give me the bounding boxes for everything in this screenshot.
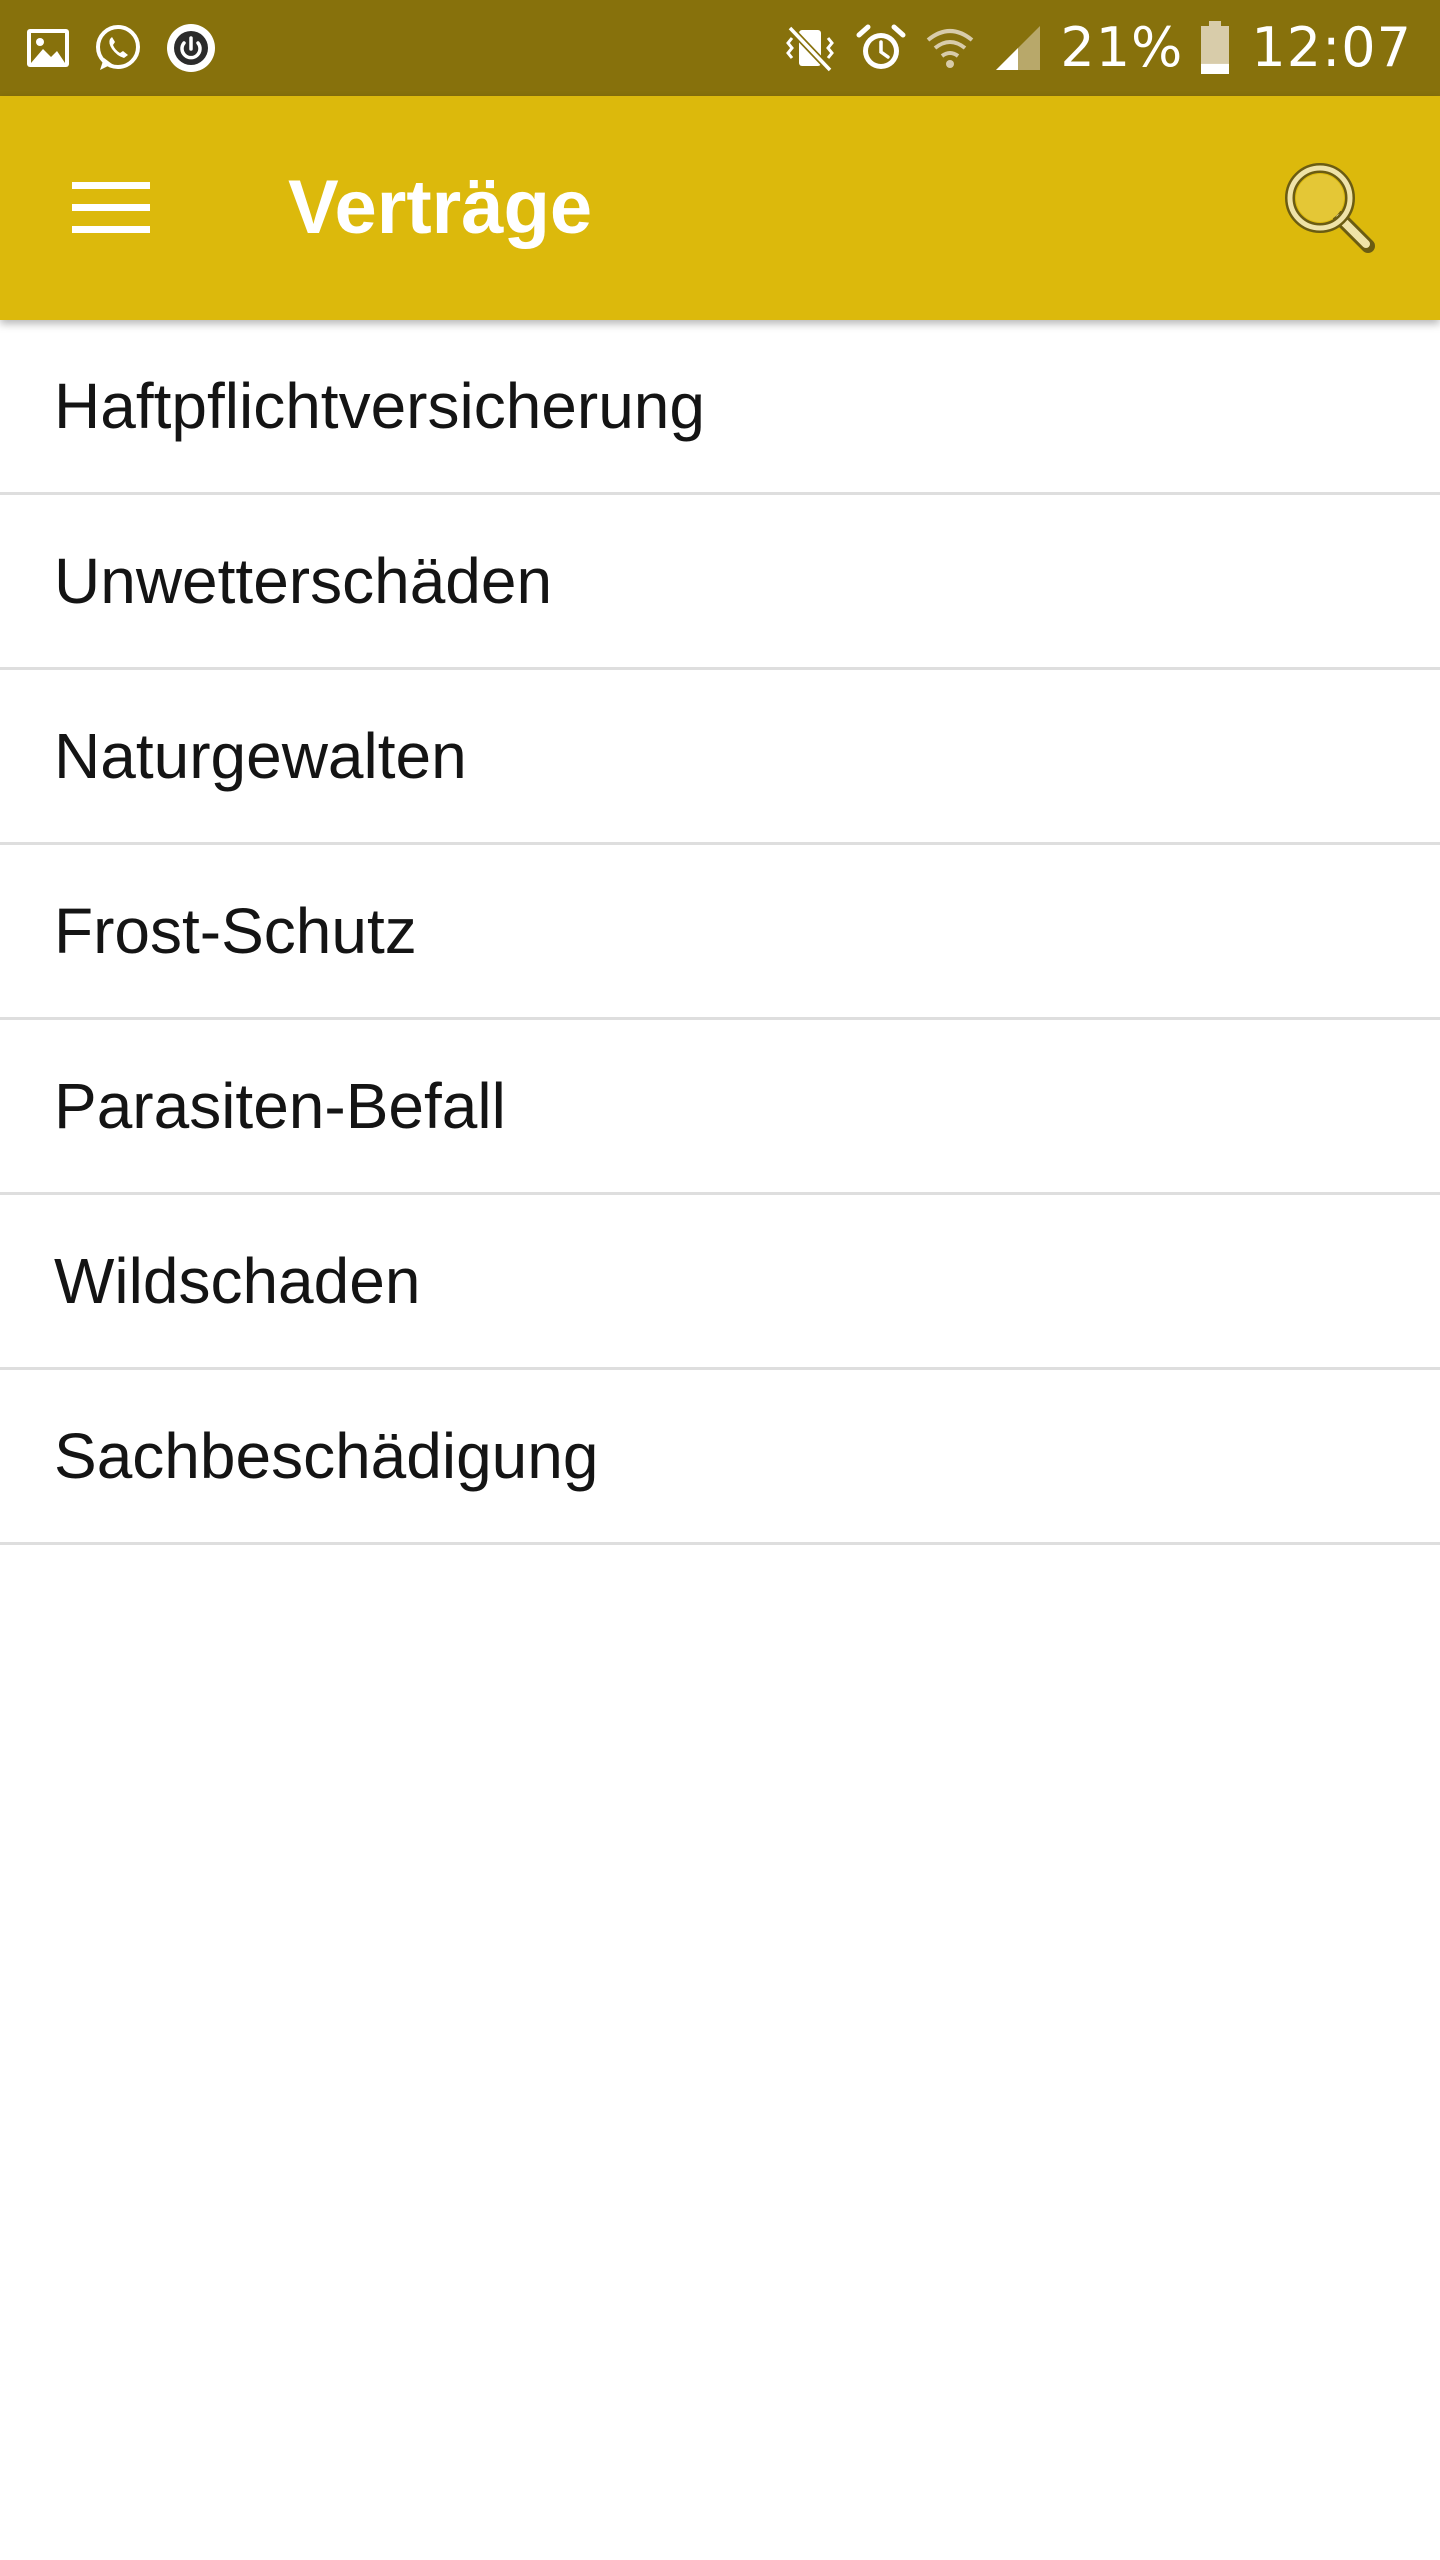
- list-item-label: Wildschaden: [54, 1245, 421, 1317]
- list-item[interactable]: Parasiten-Befall: [0, 1020, 1440, 1195]
- list-item[interactable]: Sachbeschädigung: [0, 1370, 1440, 1545]
- battery-percent: 21%: [1060, 16, 1184, 79]
- list-item[interactable]: Wildschaden: [0, 1195, 1440, 1370]
- list-item-label: Unwetterschäden: [54, 545, 553, 617]
- list-item-label: Haftpflichtversicherung: [54, 370, 705, 442]
- list-item[interactable]: Naturgewalten: [0, 670, 1440, 845]
- contract-list: Haftpflichtversicherung Unwetterschäden Na…: [0, 320, 1440, 1545]
- search-icon[interactable]: [1280, 158, 1380, 258]
- list-item[interactable]: Unwetterschäden: [0, 495, 1440, 670]
- whatsapp-icon: [92, 22, 144, 74]
- battery-icon: [1199, 19, 1231, 77]
- list-item-label: Sachbeschädigung: [54, 1420, 599, 1492]
- list-item-label: Frost-Schutz: [54, 895, 417, 967]
- power-icon: [164, 21, 218, 75]
- notification-icons: [24, 18, 218, 78]
- list-item[interactable]: Frost-Schutz: [0, 845, 1440, 1020]
- alarm-icon: [854, 21, 908, 75]
- list-item-label: Naturgewalten: [54, 720, 467, 792]
- list-item-label: Parasiten-Befall: [54, 1070, 506, 1142]
- system-status: 21% 12:07: [782, 0, 1412, 96]
- wifi-icon: [924, 22, 976, 74]
- page-title: Verträge: [288, 165, 593, 250]
- list-item[interactable]: Haftpflichtversicherung: [0, 320, 1440, 495]
- status-bar: 21% 12:07: [0, 0, 1440, 96]
- clock: 12:07: [1251, 16, 1412, 79]
- gallery-icon: [24, 24, 72, 72]
- vibrate-icon: [782, 20, 838, 76]
- hamburger-menu-icon[interactable]: [56, 168, 168, 248]
- signal-icon: [992, 22, 1044, 74]
- app-bar: Verträge: [0, 96, 1440, 320]
